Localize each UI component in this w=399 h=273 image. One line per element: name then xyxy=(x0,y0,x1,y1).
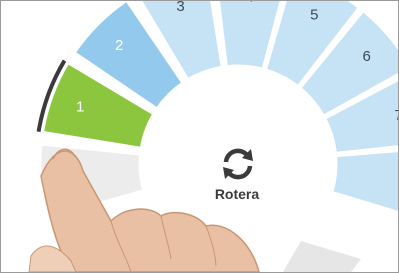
rotate-button[interactable]: Rotera xyxy=(215,148,260,202)
dial-segment-label-3: 3 xyxy=(176,1,184,15)
dial-segment-8[interactable] xyxy=(329,147,398,221)
dial-widget: 1512345678 Rotera xyxy=(0,0,399,273)
dial-segment-label-4: 4 xyxy=(246,1,254,5)
rotary-dial: 1512345678 Rotera xyxy=(28,1,398,272)
dial-segment-label-2: 2 xyxy=(115,37,123,54)
dial-segment-label-1: 1 xyxy=(76,99,84,116)
bottom-right-arc xyxy=(283,241,361,272)
refresh-icon xyxy=(223,148,253,180)
dial-segment-label-7: 7 xyxy=(394,107,398,124)
dial-segment-label-6: 6 xyxy=(363,48,371,65)
rotate-label: Rotera xyxy=(215,186,260,202)
dial-segment-label-5: 5 xyxy=(310,6,318,23)
